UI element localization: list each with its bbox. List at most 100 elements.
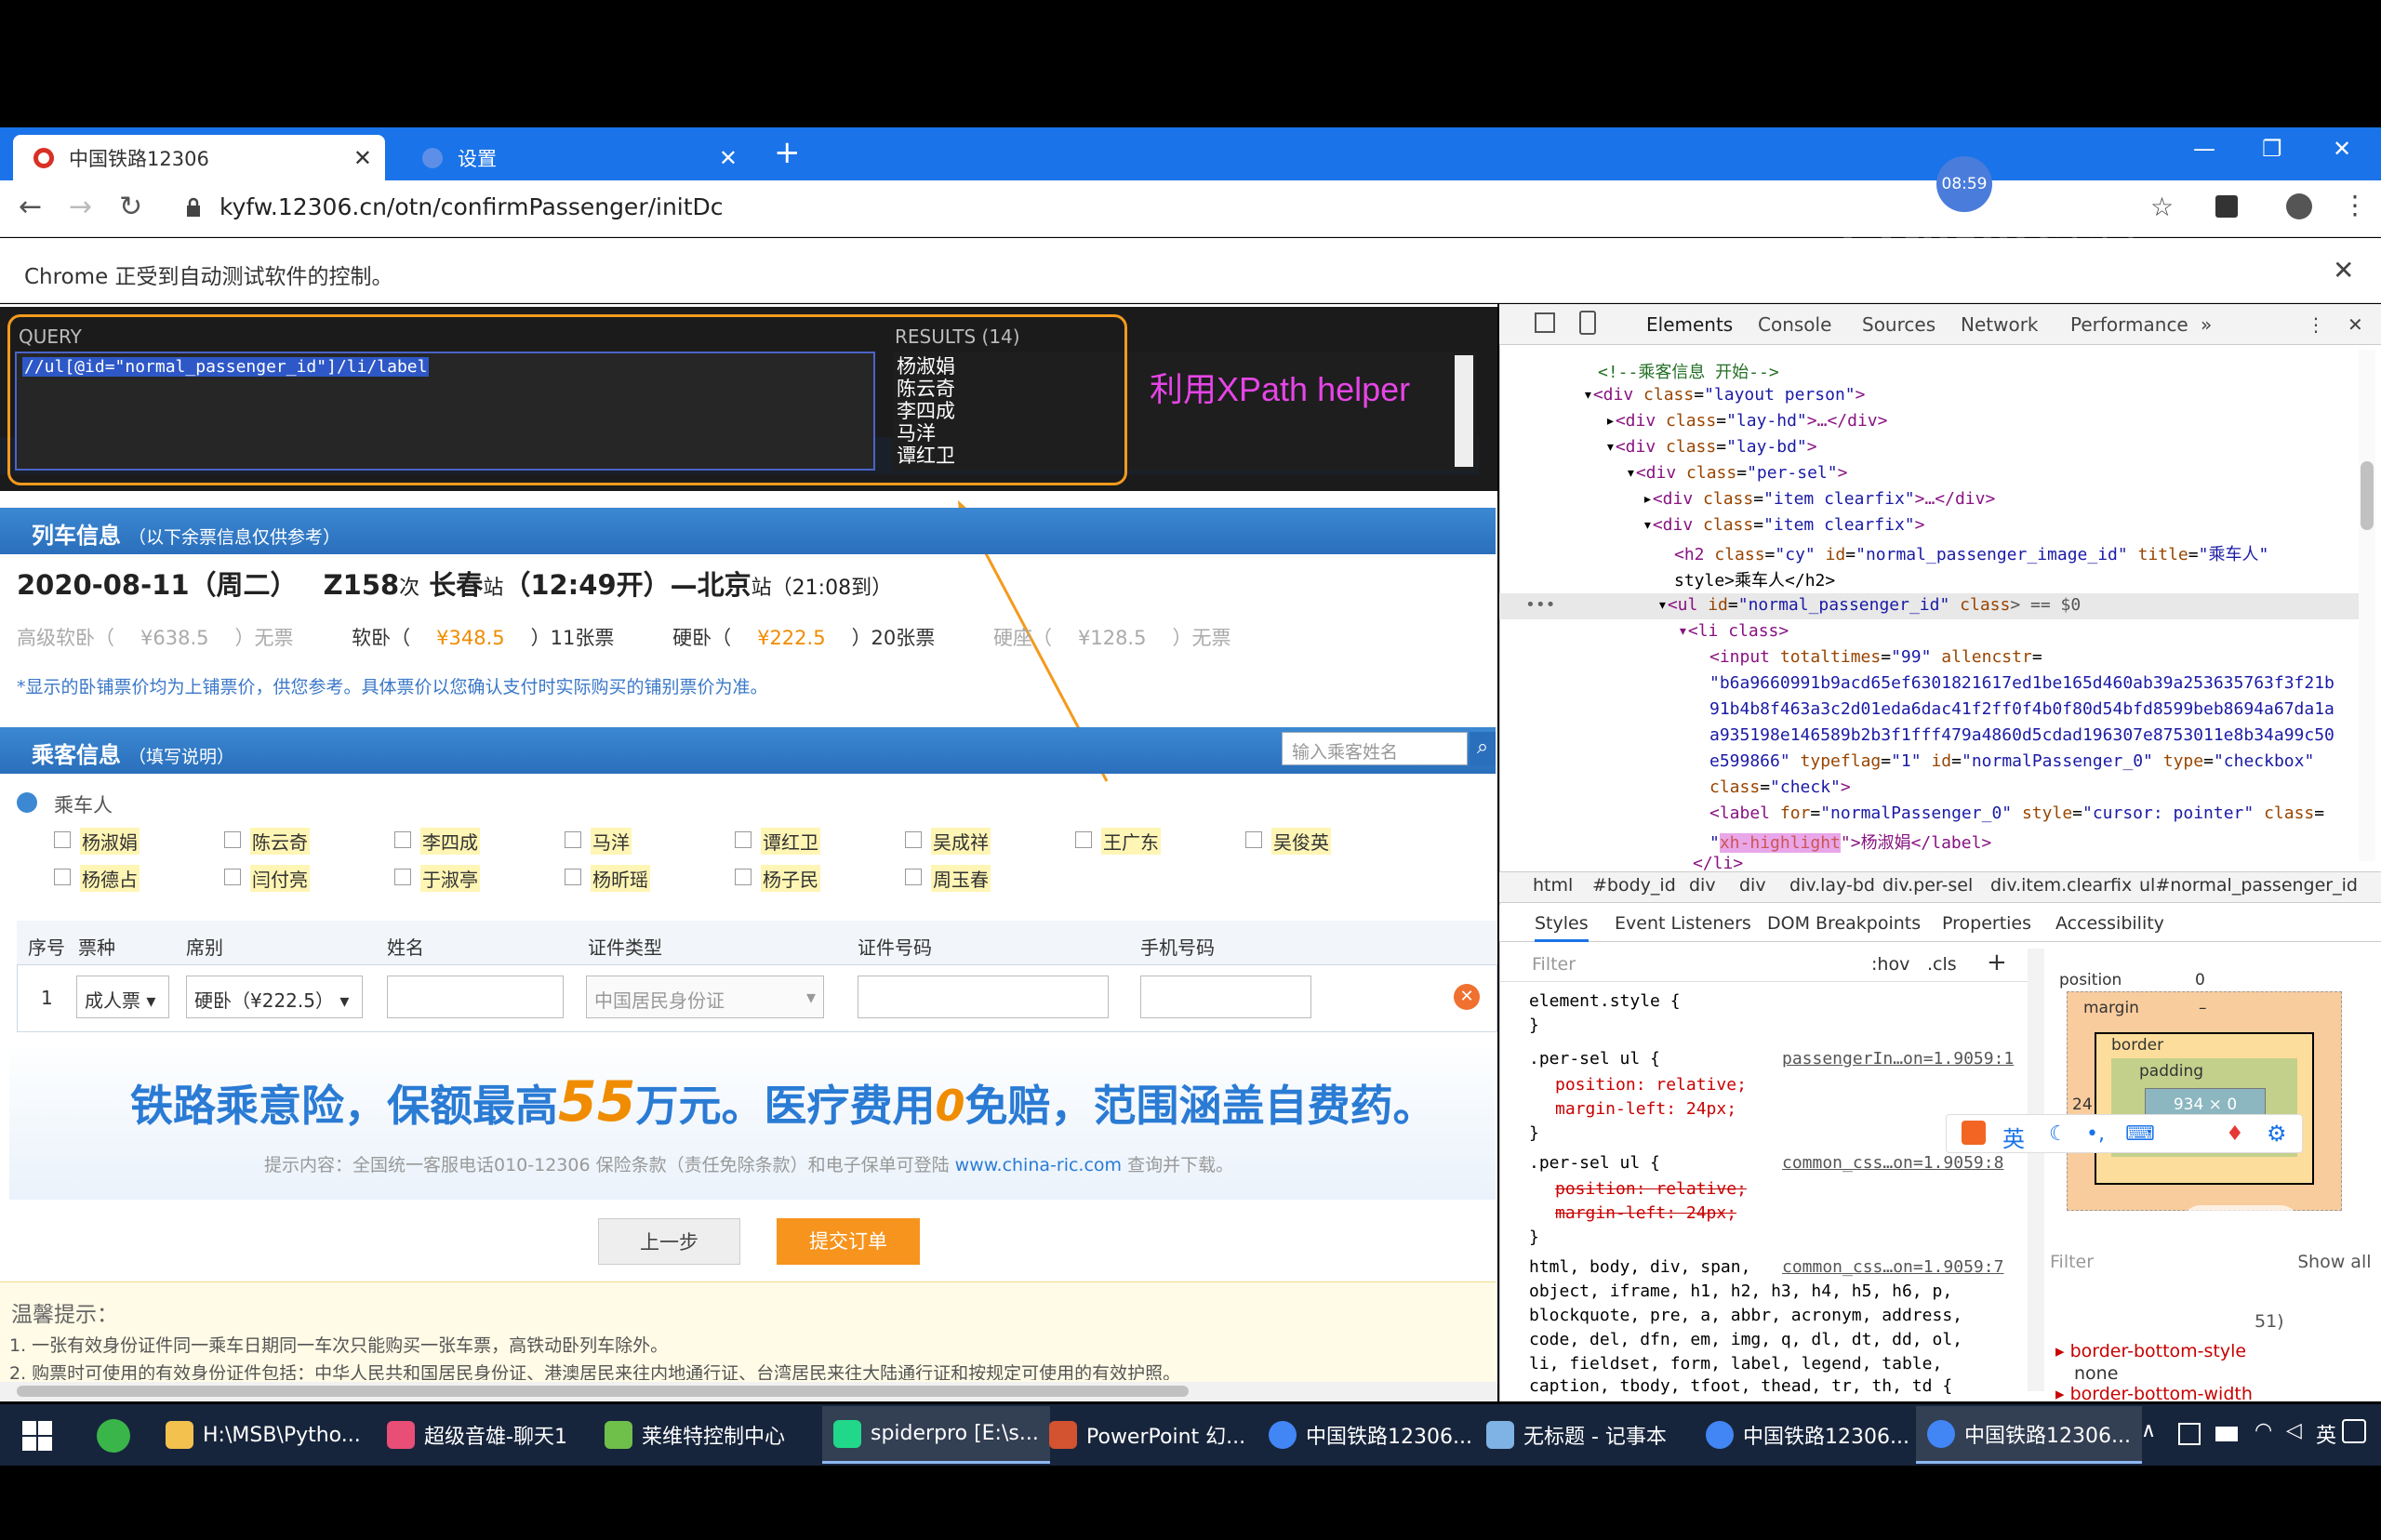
tray-expand-icon[interactable]: ∧	[2141, 1419, 2156, 1442]
inspect-element-icon[interactable]	[1535, 312, 1555, 333]
reload-icon[interactable]: ↻	[119, 191, 142, 223]
app-launcher-icon[interactable]	[97, 1419, 130, 1453]
passenger-name[interactable]: 王广东	[1101, 828, 1161, 855]
breadcrumb-item[interactable]: div	[1689, 875, 1716, 896]
passenger-checkbox[interactable]	[1075, 831, 1092, 848]
infobar-close-button[interactable]: ✕	[2333, 255, 2354, 285]
style-property-overridden[interactable]: margin-left: 24px;	[1555, 1203, 1736, 1223]
style-source-link[interactable]: passengerIn…on=1.9059:1	[1782, 1049, 2014, 1069]
subtab-styles[interactable]: Styles	[1535, 913, 1589, 942]
style-property-overridden[interactable]: position: relative;	[1555, 1179, 1747, 1199]
dom-node[interactable]: ▸<div class="lay-hd">…</div>	[1605, 411, 1887, 431]
breadcrumb-item[interactable]: div	[1739, 875, 1766, 896]
passenger-name[interactable]: 周玉春	[931, 865, 991, 892]
passenger-checkbox[interactable]	[735, 831, 752, 848]
style-property[interactable]: position: relative;	[1555, 1075, 1747, 1095]
passenger-name[interactable]: 杨淑娟	[80, 828, 140, 855]
passenger-name[interactable]: 吴成祥	[931, 828, 991, 855]
ime-lang-toggle[interactable]: 英	[2002, 1121, 2025, 1153]
passenger-name[interactable]: 李四成	[420, 828, 480, 855]
add-rule-icon[interactable]: +	[1987, 949, 2007, 976]
passenger-checkbox[interactable]	[224, 831, 241, 848]
id-type-select[interactable]: 中国居民身份证 ▾	[586, 976, 824, 1018]
scrollbar-thumb[interactable]	[2361, 461, 2374, 530]
computed-filter-input[interactable]: Filter	[2050, 1252, 2094, 1272]
results-scrollbar[interactable]	[1455, 355, 1473, 467]
passenger-name[interactable]: 于淑亭	[420, 865, 480, 892]
back-arrow-icon[interactable]: ←	[19, 191, 42, 223]
taskbar-item[interactable]: H:\MSB\Pytho...	[166, 1406, 361, 1464]
window-close-button[interactable]: ✕	[2333, 136, 2351, 162]
input-language-indicator[interactable]: 英	[2316, 1419, 2336, 1449]
forward-arrow-icon[interactable]: →	[69, 191, 92, 223]
passenger-name[interactable]: 杨子民	[761, 865, 820, 892]
breadcrumb-item[interactable]: div.per-sel	[1882, 875, 1973, 896]
subtab-accessibility[interactable]: Accessibility	[2055, 913, 2164, 934]
restore-button[interactable]: ❐	[2262, 136, 2282, 162]
style-property[interactable]: margin-left: 24px;	[1555, 1099, 1736, 1119]
taskbar-item[interactable]: spiderpro [E:\s...	[822, 1406, 1050, 1464]
styles-scrollbar[interactable]	[2028, 949, 2044, 1391]
play-overlay-icon[interactable]	[2182, 1205, 2299, 1294]
breadcrumb-item[interactable]: ul#normal_passenger_id	[2139, 875, 2358, 896]
passenger-checkbox[interactable]	[394, 869, 411, 885]
passenger-checkbox[interactable]	[565, 869, 581, 885]
passenger-name[interactable]: 陈云奇	[250, 828, 310, 855]
volume-icon[interactable]: ◁	[2286, 1419, 2302, 1442]
tab-sources[interactable]: Sources	[1862, 313, 1935, 336]
ime-skin-icon[interactable]: ♦	[2226, 1122, 2244, 1146]
phone-input[interactable]	[1140, 976, 1311, 1018]
subtab-dom-breakpoints[interactable]: DOM Breakpoints	[1767, 913, 1921, 934]
submit-order-button[interactable]: 提交订单	[777, 1218, 920, 1265]
passenger-checkbox[interactable]	[565, 831, 581, 848]
hover-state-toggle[interactable]: :hov	[1871, 954, 1909, 975]
taskbar-item[interactable]: 中国铁路12306...	[1706, 1406, 1909, 1464]
dom-node[interactable]: ▾<div class="layout person">	[1583, 385, 1865, 405]
taskbar-item[interactable]: 无标题 - 记事本	[1486, 1406, 1667, 1464]
style-selector[interactable]: .per-sel ul {	[1529, 1153, 1660, 1173]
devtools-menu-icon[interactable]: ⋮	[2307, 313, 2325, 336]
tab-performance[interactable]: Performance	[2070, 313, 2188, 336]
seat-select[interactable]: 硬卧（¥222.5） ▾	[186, 976, 363, 1018]
tab-elements[interactable]: Elements	[1646, 313, 1733, 336]
breadcrumb-item[interactable]: html	[1533, 875, 1573, 896]
passenger-name[interactable]: 马洋	[591, 828, 632, 855]
passenger-checkbox[interactable]	[735, 869, 752, 885]
menu-kebab-icon[interactable]: ⋮	[2342, 190, 2368, 220]
breadcrumb-item[interactable]: #body_id	[1592, 875, 1676, 896]
dom-node[interactable]: <input totaltimes="99" allencstr=	[1709, 647, 2042, 667]
style-selector[interactable]: html, body, div, span,	[1529, 1257, 1750, 1277]
passenger-checkbox[interactable]	[1245, 831, 1262, 848]
remove-row-icon[interactable]: ✕	[1454, 984, 1480, 1010]
subtab-properties[interactable]: Properties	[1942, 913, 2031, 934]
battery-icon[interactable]	[2215, 1427, 2238, 1441]
taskbar-item[interactable]: 中国铁路12306...	[1916, 1406, 2142, 1464]
dom-node[interactable]: </li>	[1693, 854, 1743, 873]
url-field[interactable]: kyfw.12306.cn/otn/confirmPassenger/initD…	[219, 193, 724, 220]
dom-node[interactable]: <label for="normalPassenger_0" style="cu…	[1709, 803, 2324, 823]
windows-start-icon[interactable]	[22, 1421, 52, 1451]
minimize-button[interactable]: —	[2193, 136, 2215, 162]
style-rule[interactable]: element.style {	[1529, 991, 1681, 1011]
taskbar-item[interactable]: PowerPoint 幻...	[1049, 1406, 1245, 1464]
passenger-checkbox[interactable]	[54, 831, 71, 848]
taskbar-item[interactable]: 中国铁路12306...	[1269, 1406, 1472, 1464]
styles-filter-input[interactable]: Filter	[1532, 954, 1576, 975]
dom-node[interactable]: ▾<div class="item clearfix">	[1643, 515, 1924, 535]
devtools-close-icon[interactable]: ✕	[2348, 313, 2363, 336]
previous-step-button[interactable]: 上一步	[598, 1218, 740, 1265]
dom-node-selected[interactable]: ▾<ul id="normal_passenger_id" class> == …	[1657, 595, 2081, 615]
close-icon[interactable]: ✕	[719, 145, 738, 171]
more-tabs-icon[interactable]: »	[2201, 313, 2212, 336]
passenger-checkbox[interactable]	[905, 831, 922, 848]
scrollbar-thumb[interactable]	[17, 1386, 1189, 1397]
style-source-link[interactable]: common_css…on=1.9059:8	[1782, 1153, 2003, 1173]
show-all-checkbox[interactable]: Show all	[2297, 1252, 2372, 1272]
passenger-info-subtitle[interactable]: （填写说明）	[128, 747, 234, 767]
dom-node[interactable]: ▾<li class>	[1678, 621, 1789, 641]
passenger-name[interactable]: 吴俊英	[1271, 828, 1331, 855]
extension-icon[interactable]	[2215, 195, 2238, 218]
passenger-checkbox[interactable]	[905, 869, 922, 885]
notification-center-icon[interactable]	[2342, 1419, 2366, 1443]
passenger-checkbox[interactable]	[394, 831, 411, 848]
